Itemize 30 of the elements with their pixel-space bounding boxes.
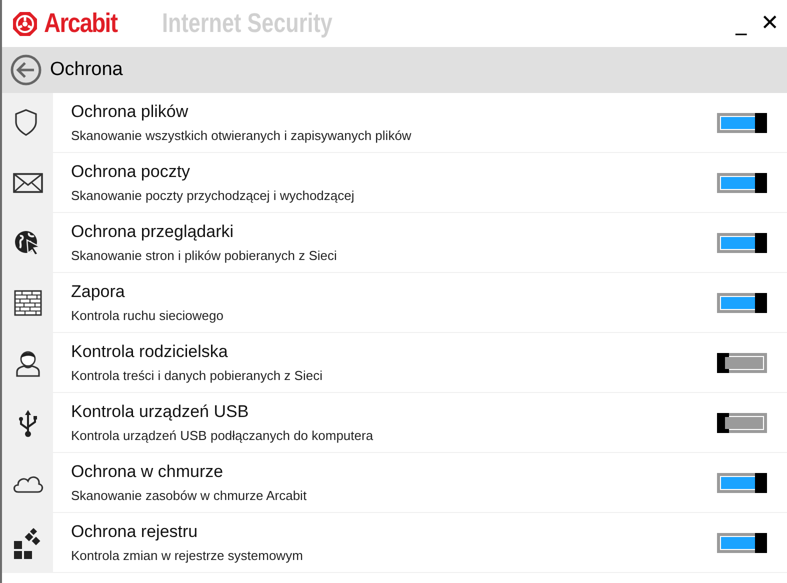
back-icon[interactable] [10, 54, 42, 86]
feature-description: Kontrola urządzeń USB podłączanych do komputera [71, 427, 374, 445]
toggle-switch[interactable] [717, 412, 767, 432]
feature-title: Ochrona w chmurze [71, 461, 224, 483]
brand-name: Arcabit [44, 7, 119, 40]
toggle-switch[interactable] [717, 532, 767, 552]
feature-title: Kontrola rodzicielska [71, 341, 229, 363]
toggle-switch[interactable] [717, 472, 767, 492]
feature-title: Zapora [71, 281, 126, 303]
toggle-switch[interactable] [717, 292, 767, 312]
feature-description: Skanowanie stron i plików pobieranych z Sieci [71, 247, 338, 265]
feature-description: Skanowanie zasobów w chmurze Arcabit [71, 487, 308, 505]
toggle-switch[interactable] [717, 232, 767, 252]
feature-description: Skanowanie wszystkich otwieranych i zapisywanych plików [71, 127, 412, 145]
feature-description: Kontrola treści i danych pobieranych z Sieci [71, 367, 324, 385]
toggle-switch[interactable] [717, 112, 767, 132]
toggle-switch[interactable] [717, 352, 767, 372]
feature-title: Ochrona przeglądarki [71, 221, 235, 243]
feature-title: Kontrola urządzeń USB [71, 401, 250, 423]
minimize-button[interactable]: _ [732, 12, 751, 34]
feature-title: Ochrona plików [71, 101, 190, 123]
section-title: Ochrona [50, 58, 123, 82]
biohazard-logo-icon [12, 10, 38, 36]
close-button[interactable]: ✕ [756, 12, 783, 34]
feature-description: Skanowanie poczty przychodzącej i wychodzącej [71, 187, 356, 205]
feature-description: Kontrola ruchu sieciowego [71, 307, 224, 325]
feature-title: Ochrona rejestru [71, 521, 199, 543]
feature-description: Kontrola zmian w rejestrze systemowym [71, 547, 304, 565]
toggle-switch[interactable] [717, 172, 767, 192]
feature-title: Ochrona poczty [71, 161, 192, 183]
